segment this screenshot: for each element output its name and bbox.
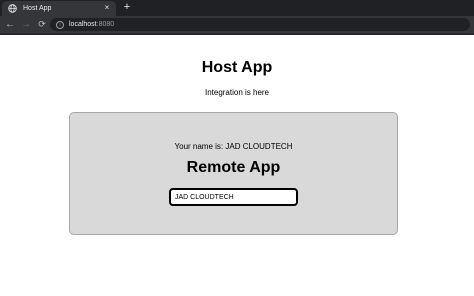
remote-app-title: Remote App: [186, 159, 281, 176]
back-arrow-icon[interactable]: ←: [4, 18, 16, 31]
remote-app-container: Your name is: JAD CLOUDTECH Remote App: [69, 112, 398, 235]
tab-host-app[interactable]: Host App ×: [2, 1, 116, 16]
browser-toolbar: ← → ⟳ i localhost:8080: [0, 16, 474, 34]
url-port: :8080: [96, 21, 115, 28]
new-tab-button[interactable]: +: [121, 1, 133, 14]
globe-icon: [8, 4, 17, 13]
page-title: Host App: [201, 59, 273, 76]
tab-strip: Host App × +: [0, 0, 474, 16]
forward-arrow-icon[interactable]: →: [20, 18, 32, 31]
page-subtitle: Integration is here: [204, 88, 270, 97]
name-input[interactable]: [169, 188, 298, 206]
page-viewport: Host App Integration is here Your name i…: [0, 35, 474, 296]
url-host: localhost: [69, 21, 97, 28]
info-icon[interactable]: i: [56, 20, 64, 29]
address-bar[interactable]: i localhost:8080: [50, 18, 470, 31]
url-text: localhost:8080: [69, 21, 114, 28]
close-icon[interactable]: ×: [102, 3, 112, 13]
reload-icon[interactable]: ⟳: [36, 18, 48, 31]
name-display: Your name is: JAD CLOUDTECH: [174, 142, 293, 151]
tab-title: Host App: [23, 5, 52, 12]
